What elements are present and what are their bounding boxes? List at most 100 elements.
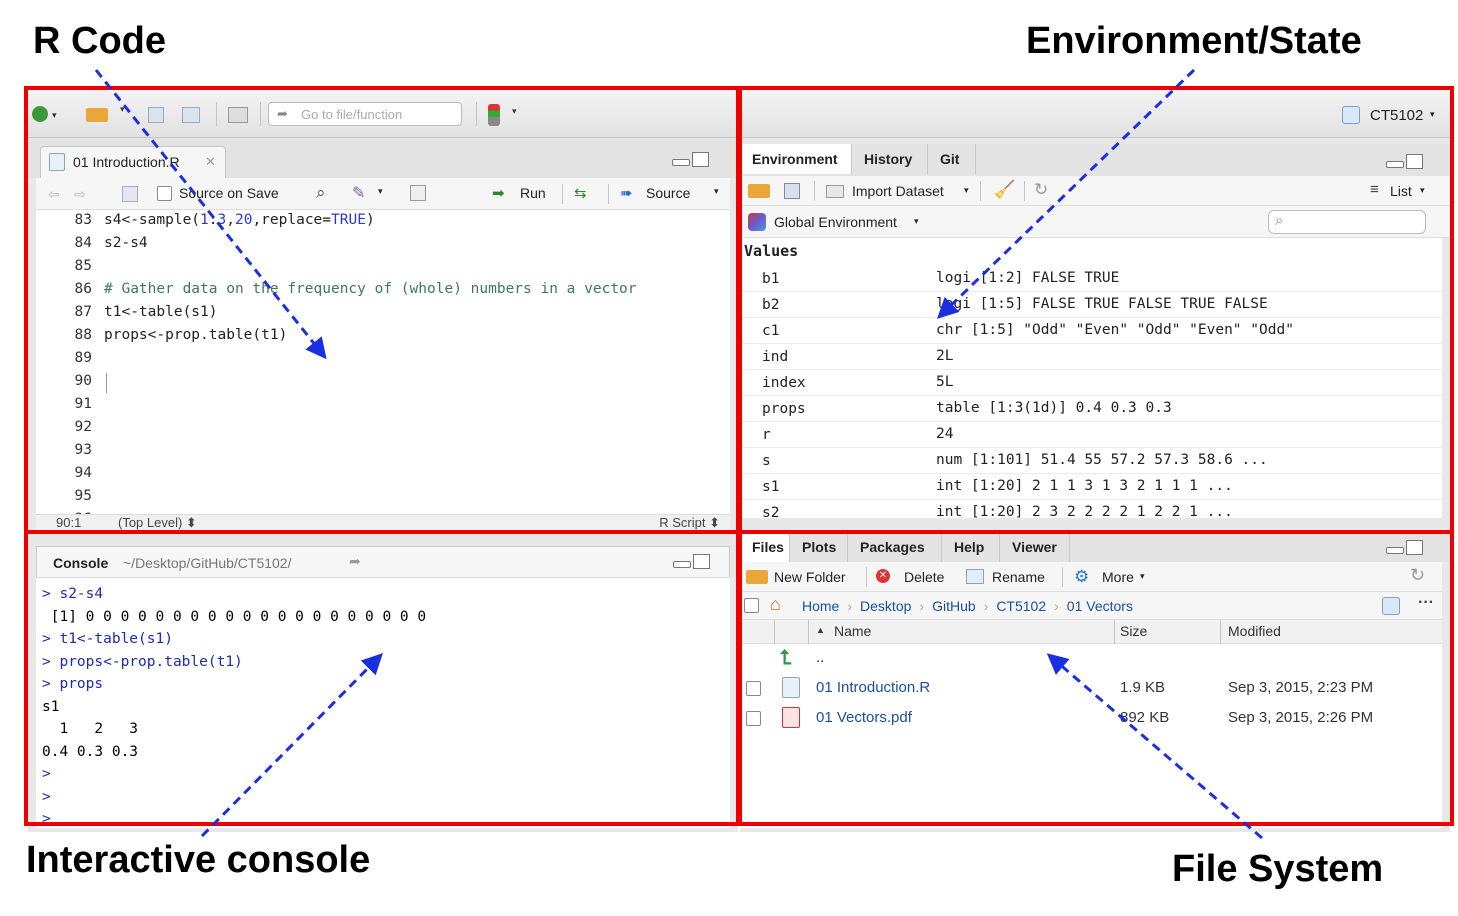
table-row[interactable]: index 5L bbox=[740, 370, 1442, 396]
goto-file-input[interactable]: ➦ Go to file/function bbox=[268, 102, 462, 126]
file-row[interactable]: 01 Introduction.R 1.9 KB Sep 3, 2015, 2:23… bbox=[740, 674, 1442, 702]
table-row[interactable]: c1 chr [1:5] "Odd" "Even" "Odd" "Even" "O… bbox=[740, 318, 1442, 344]
console-output[interactable]: > s2-s4 [1] 0 0 0 0 0 0 0 0 0 0 0 0 0 0 … bbox=[36, 578, 730, 828]
project-name[interactable]: CT5102 bbox=[1370, 107, 1423, 124]
source-icon[interactable]: ➠ bbox=[620, 184, 633, 202]
run-icon[interactable]: ➡ bbox=[492, 184, 505, 202]
source-on-save-checkbox[interactable] bbox=[157, 186, 172, 201]
line-number: 89 bbox=[74, 350, 92, 366]
file-type-selector[interactable]: R Script ⬍ bbox=[659, 515, 720, 530]
save-icon[interactable] bbox=[122, 186, 138, 202]
table-row[interactable]: ind 2L bbox=[740, 344, 1442, 370]
tab-help[interactable]: Help bbox=[942, 532, 1000, 562]
breadcrumb-item[interactable]: GitHub bbox=[932, 598, 976, 614]
print-icon[interactable] bbox=[228, 107, 248, 123]
list-item[interactable]: ⮤ .. bbox=[740, 644, 1442, 672]
select-all-checkbox[interactable] bbox=[744, 598, 759, 613]
table-row[interactable]: b1 logi [1:2] FALSE TRUE bbox=[740, 266, 1442, 292]
tab-packages[interactable]: Packages bbox=[848, 532, 942, 562]
save-icon[interactable] bbox=[148, 107, 164, 123]
chevron-down-icon[interactable]: ▾ bbox=[714, 186, 719, 197]
chevron-down-icon[interactable]: ▾ bbox=[1140, 571, 1145, 582]
go-to-project-icon[interactable] bbox=[1382, 597, 1400, 615]
breadcrumb-item[interactable]: Desktop bbox=[860, 598, 911, 614]
table-row[interactable]: b2 logi [1:5] FALSE TRUE FALSE TRUE FALSE bbox=[740, 292, 1442, 318]
tab-history[interactable]: History bbox=[852, 144, 928, 174]
load-workspace-icon[interactable] bbox=[748, 184, 770, 198]
breadcrumb-item[interactable]: Home bbox=[802, 598, 839, 614]
tab-files[interactable]: Files bbox=[740, 532, 790, 562]
environment-search-input[interactable]: ⌕ bbox=[1268, 210, 1426, 234]
minimize-maximize-icon[interactable] bbox=[673, 554, 710, 570]
run-button[interactable]: Run bbox=[520, 185, 546, 201]
refresh-icon[interactable]: ↻ bbox=[1034, 180, 1048, 200]
save-all-icon[interactable] bbox=[182, 107, 200, 123]
line-number: 87 bbox=[74, 304, 92, 320]
save-icon[interactable] bbox=[784, 183, 800, 199]
table-row[interactable]: s1 int [1:20] 2 1 1 3 1 3 2 1 1 1 ... bbox=[740, 474, 1442, 500]
file-name-link[interactable]: 01 Vectors.pdf bbox=[816, 709, 912, 726]
chevron-down-icon[interactable]: ▾ bbox=[512, 106, 517, 117]
variable-value: 24 bbox=[936, 426, 954, 442]
addins-icon[interactable] bbox=[488, 104, 500, 126]
tab-plots[interactable]: Plots bbox=[790, 532, 848, 562]
table-row[interactable]: s2 int [1:20] 2 3 2 2 2 2 1 2 2 1 ... bbox=[740, 500, 1442, 518]
gear-icon: ⚙ bbox=[1074, 567, 1090, 586]
close-icon[interactable]: ✕ bbox=[205, 154, 216, 170]
compile-report-icon[interactable] bbox=[410, 185, 426, 201]
chevron-down-icon[interactable]: ▾ bbox=[964, 185, 969, 196]
file-checkbox[interactable] bbox=[746, 681, 761, 696]
broom-icon[interactable]: 🧹 bbox=[994, 180, 1015, 200]
line-number: 85 bbox=[74, 258, 92, 274]
breadcrumb-item[interactable]: 01 Vectors bbox=[1067, 598, 1133, 614]
source-button[interactable]: Source bbox=[646, 185, 690, 201]
table-row[interactable]: props table [1:3(1d)] 0.4 0.3 0.3 bbox=[740, 396, 1442, 422]
line-number: 93 bbox=[74, 442, 92, 458]
minimize-maximize-icon[interactable] bbox=[1386, 154, 1423, 170]
chevron-down-icon[interactable]: ▾ bbox=[120, 104, 125, 115]
chevron-down-icon[interactable]: ▾ bbox=[1420, 185, 1425, 196]
refresh-icon[interactable]: ↻ bbox=[1410, 565, 1425, 586]
new-file-icon[interactable] bbox=[32, 106, 48, 122]
column-name[interactable]: Name bbox=[834, 623, 871, 639]
table-row[interactable]: r 24 bbox=[740, 422, 1442, 448]
rename-button[interactable]: Rename bbox=[992, 569, 1045, 585]
import-dataset-button[interactable]: Import Dataset bbox=[852, 183, 944, 199]
code-editor[interactable]: 83 s4<-sample(1:3,20,replace=TRUE) 84 s2-s4… bbox=[36, 210, 730, 514]
column-modified[interactable]: Modified bbox=[1228, 623, 1281, 639]
more-button[interactable]: More bbox=[1102, 569, 1134, 585]
file-row[interactable]: 01 Vectors.pdf 892 KB Sep 3, 2015, 2:26 PM bbox=[740, 704, 1442, 732]
rerun-icon[interactable]: ⇆ bbox=[574, 184, 587, 202]
tab-01-introduction[interactable]: 01 Introduction.R ✕ bbox=[40, 146, 226, 178]
list-view-button[interactable]: List bbox=[1390, 183, 1412, 199]
file-name-link[interactable]: 01 Introduction.R bbox=[816, 679, 930, 696]
chevron-down-icon[interactable]: ▾ bbox=[52, 110, 57, 121]
file-checkbox[interactable] bbox=[746, 711, 761, 726]
chevron-down-icon[interactable]: ▾ bbox=[1430, 109, 1435, 120]
environment-scope-selector[interactable]: Global Environment bbox=[774, 214, 897, 230]
new-folder-button[interactable]: New Folder bbox=[774, 569, 846, 585]
chevron-down-icon[interactable]: ▾ bbox=[914, 216, 919, 227]
magic-wand-icon[interactable]: ✎ bbox=[352, 183, 365, 203]
environment-pane: CT5102 ▾ Environment History Git Import Da… bbox=[740, 90, 1450, 530]
tab-git[interactable]: Git bbox=[928, 144, 976, 174]
new-folder-icon bbox=[746, 570, 768, 584]
back-arrow-icon[interactable]: ⇦ bbox=[48, 186, 60, 203]
table-row[interactable]: s num [1:101] 51.4 55 57.2 57.3 58.6 ... bbox=[740, 448, 1442, 474]
file-modified: Sep 3, 2015, 2:23 PM bbox=[1228, 679, 1374, 696]
tab-viewer[interactable]: Viewer bbox=[1000, 532, 1070, 562]
breadcrumb-item[interactable]: CT5102 bbox=[996, 598, 1046, 614]
open-folder-icon[interactable] bbox=[86, 108, 108, 122]
tab-environment[interactable]: Environment bbox=[740, 144, 852, 174]
scope-selector[interactable]: (Top Level) ⬍ bbox=[118, 515, 197, 530]
more-options-icon[interactable]: ··· bbox=[1418, 594, 1434, 612]
minimize-maximize-icon[interactable] bbox=[1386, 540, 1423, 556]
parent-directory-link[interactable]: .. bbox=[816, 649, 824, 666]
column-size[interactable]: Size bbox=[1120, 623, 1147, 639]
minimize-maximize-icon[interactable] bbox=[672, 152, 709, 168]
search-icon[interactable]: ⌕ bbox=[316, 183, 326, 203]
go-to-directory-icon[interactable]: ➦ bbox=[349, 553, 361, 570]
delete-button[interactable]: Delete bbox=[904, 569, 944, 585]
forward-arrow-icon[interactable]: ⇨ bbox=[74, 186, 86, 203]
chevron-down-icon[interactable]: ▾ bbox=[378, 186, 383, 197]
